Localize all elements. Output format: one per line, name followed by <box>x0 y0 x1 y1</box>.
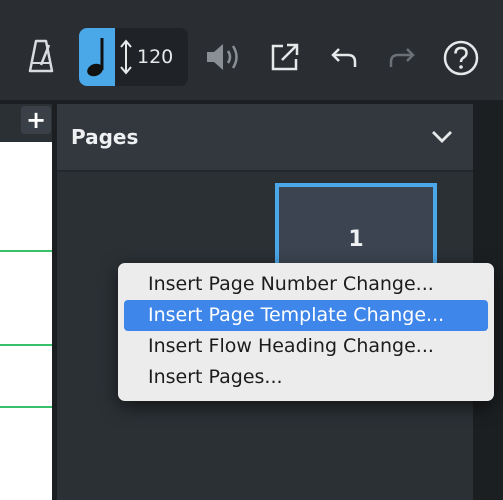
toolbar: 120 <box>0 0 503 100</box>
staff-line <box>0 344 52 346</box>
metronome-icon[interactable] <box>26 38 56 74</box>
chevron-down-icon[interactable] <box>429 126 455 150</box>
tempo-control[interactable]: 120 <box>79 28 188 86</box>
menu-item-insert-page-template-change[interactable]: Insert Page Template Change... <box>124 300 488 331</box>
speaker-icon[interactable] <box>203 40 243 74</box>
menu-item-insert-flow-heading-change[interactable]: Insert Flow Heading Change... <box>118 331 494 362</box>
vertical-arrows-icon <box>119 38 133 80</box>
staff-line <box>0 406 52 408</box>
help-icon[interactable] <box>441 38 481 78</box>
undo-icon[interactable] <box>329 44 359 72</box>
share-export-icon[interactable] <box>268 40 302 74</box>
page-number: 1 <box>348 227 364 252</box>
context-menu: Insert Page Number Change... Insert Page… <box>118 263 494 401</box>
pages-panel-header[interactable]: Pages <box>57 104 473 170</box>
staff-line <box>0 250 52 252</box>
tempo-value[interactable]: 120 <box>137 28 173 86</box>
redo-icon[interactable] <box>387 44 417 72</box>
pages-panel-divider <box>57 170 473 172</box>
add-tab-button[interactable]: + <box>21 106 51 134</box>
score-page[interactable] <box>0 142 52 500</box>
menu-item-insert-page-number-change[interactable]: Insert Page Number Change... <box>118 269 494 300</box>
pages-panel-title: Pages <box>71 125 139 149</box>
menu-item-insert-pages[interactable]: Insert Pages... <box>118 362 494 393</box>
quarter-note-icon <box>79 28 115 86</box>
